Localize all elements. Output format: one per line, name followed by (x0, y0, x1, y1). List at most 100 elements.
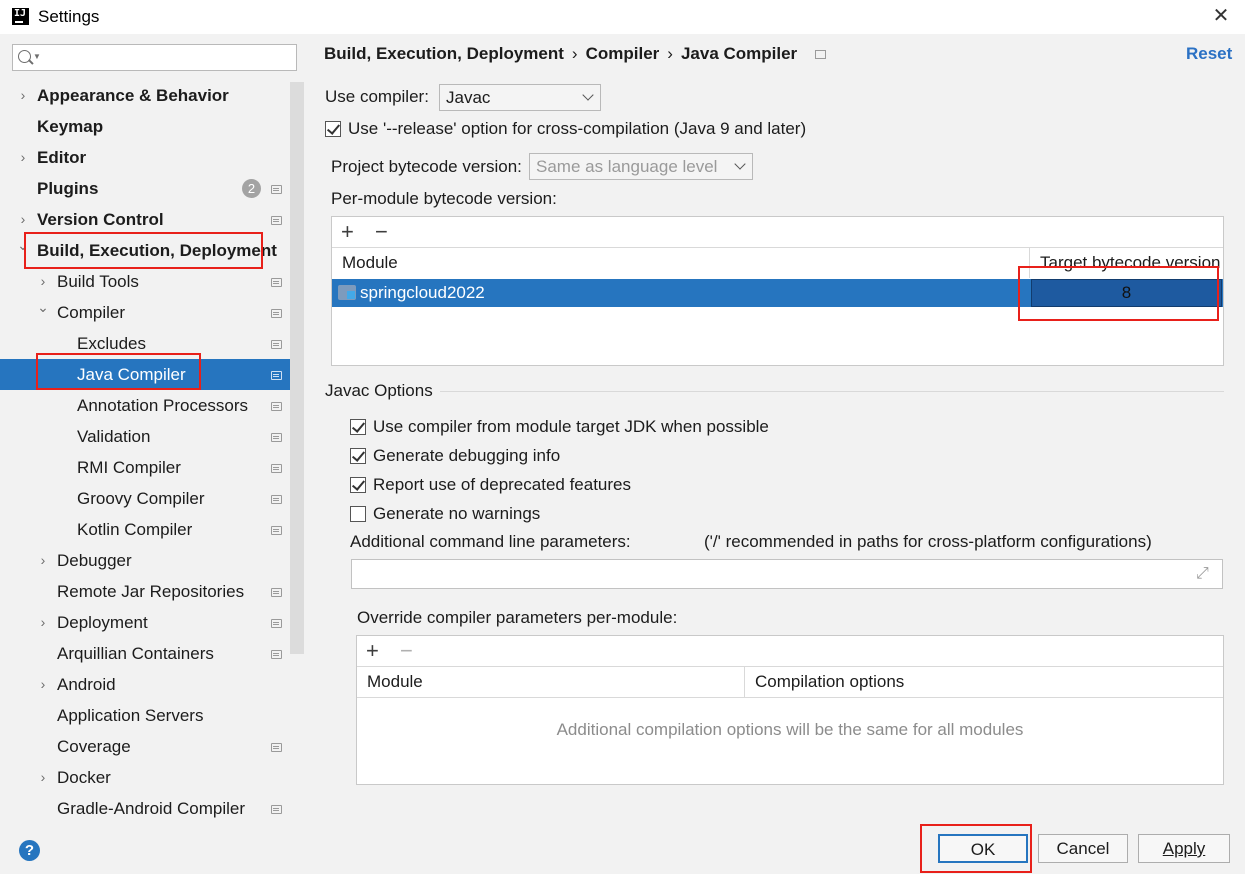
sidebar-item-label: Gradle-Android Compiler (57, 799, 246, 818)
sidebar-item-label: Kotlin Compiler (77, 520, 193, 539)
search-icon (18, 50, 31, 63)
sidebar-item-application-servers[interactable]: Application Servers (0, 700, 290, 731)
sidebar-item-label: Appearance & Behavior (37, 86, 229, 105)
sidebar-item-editor[interactable]: › Editor (0, 142, 290, 173)
project-bytecode-dropdown[interactable]: Same as language level (529, 153, 753, 180)
sidebar-item-excludes[interactable]: Excludes (0, 328, 290, 359)
remove-override-button[interactable]: − (400, 640, 413, 662)
additional-params-input[interactable] (351, 559, 1223, 589)
checkbox-icon[interactable] (325, 121, 341, 137)
sidebar-item-gradle-android-compiler[interactable]: Gradle-Android Compiler (0, 793, 290, 824)
project-level-icon (271, 340, 282, 349)
override-params-table (356, 635, 1224, 785)
project-level-icon (271, 433, 282, 442)
sidebar-item-deployment[interactable]: › Deployment (0, 607, 290, 638)
use-compiler-dropdown[interactable]: Javac (439, 84, 601, 111)
release-option-label: Use '--release' option for cross-compila… (348, 119, 807, 138)
sidebar-item-keymap[interactable]: Keymap (0, 111, 290, 142)
sidebar-item-label: Build, Execution, Deployment (37, 241, 277, 260)
sidebar-item-docker[interactable]: › Docker (0, 762, 290, 793)
search-options-caret-icon[interactable]: ▼ (33, 52, 41, 61)
sidebar-item-coverage[interactable]: Coverage (0, 731, 290, 762)
sidebar-item-appearance-behavior[interactable]: › Appearance & Behavior (0, 80, 290, 111)
chevron-right-icon[interactable]: › (37, 607, 49, 638)
checkbox-icon[interactable] (350, 477, 366, 493)
remove-module-button[interactable]: − (375, 221, 388, 243)
expand-icon[interactable]: ⤢ (1196, 565, 1213, 582)
sidebar-item-arquillian-containers[interactable]: Arquillian Containers (0, 638, 290, 669)
project-level-icon (271, 526, 282, 535)
project-bytecode-label: Project bytecode version: (331, 157, 522, 176)
javac-option-checkbox-4[interactable]: Generate no warnings (350, 503, 810, 525)
chevron-down-icon[interactable]: ⌄ (37, 292, 49, 323)
javac-option-label: Generate no warnings (373, 504, 541, 523)
use-compiler-value: Javac (446, 88, 491, 107)
reset-link[interactable]: Reset (1186, 44, 1232, 64)
override-module-column-header[interactable]: Module (367, 667, 423, 697)
apply-button[interactable]: Apply (1138, 834, 1230, 863)
project-level-icon (271, 588, 282, 597)
chevron-right-icon[interactable]: › (37, 669, 49, 700)
javac-option-checkbox-1[interactable]: Use compiler from module target JDK when… (350, 416, 810, 438)
cancel-button[interactable]: Cancel (1038, 834, 1128, 863)
settings-search-input[interactable] (12, 44, 297, 71)
breadcrumb-compiler: Compiler (585, 44, 660, 63)
additional-params-hint: ('/' recommended in paths for cross-plat… (704, 532, 1152, 551)
breadcrumb-separator: › (571, 44, 578, 63)
sidebar-item-kotlin-compiler[interactable]: Kotlin Compiler (0, 514, 290, 545)
checkbox-icon[interactable] (350, 448, 366, 464)
sidebar-item-remote-jar-repositories[interactable]: Remote Jar Repositories (0, 576, 290, 607)
sidebar-item-validation[interactable]: Validation (0, 421, 290, 452)
compilation-options-column-header[interactable]: Compilation options (755, 667, 904, 697)
sidebar-item-label: Coverage (57, 737, 131, 756)
sidebar-item-java-compiler[interactable]: Java Compiler (0, 359, 304, 390)
sidebar-item-android[interactable]: › Android (0, 669, 290, 700)
sidebar-item-label: Application Servers (57, 706, 204, 725)
breadcrumb-separator: › (667, 44, 673, 63)
help-icon[interactable]: ? (19, 840, 40, 861)
chevron-right-icon[interactable]: › (17, 142, 29, 173)
table-row[interactable]: springcloud2022 8 (332, 279, 1223, 307)
project-level-icon (271, 278, 282, 287)
additional-params-label: Additional command line parameters: (350, 532, 631, 551)
sidebar-item-label: Editor (37, 148, 87, 167)
chevron-right-icon[interactable]: › (17, 80, 29, 111)
close-window-button[interactable]: ✕ (1206, 2, 1236, 30)
add-module-button[interactable]: + (341, 221, 354, 243)
chevron-right-icon[interactable]: › (37, 545, 49, 576)
breadcrumb-java-compiler: Java Compiler (680, 44, 798, 63)
sidebar-item-version-control[interactable]: › Version Control (0, 204, 290, 235)
sidebar-item-groovy-compiler[interactable]: Groovy Compiler (0, 483, 290, 514)
sidebar-scrollbar[interactable] (290, 82, 304, 654)
sidebar-item-label: Deployment (57, 613, 148, 632)
project-level-icon (271, 309, 282, 318)
chevron-right-icon[interactable]: › (37, 762, 49, 793)
sidebar-item-label: Excludes (77, 334, 146, 353)
ok-button[interactable]: OK (938, 834, 1028, 863)
module-column-header[interactable]: Module (342, 248, 398, 278)
use-compiler-label: Use compiler: (325, 87, 429, 106)
checkbox-icon[interactable] (350, 506, 366, 522)
javac-option-checkbox-3[interactable]: Report use of deprecated features (350, 474, 810, 496)
sidebar-item-label: Plugins (37, 179, 99, 198)
release-option-checkbox[interactable]: Use '--release' option for cross-compila… (325, 118, 845, 140)
breadcrumb: Build, Execution, Deployment › Compiler › Ja… (324, 44, 797, 64)
sidebar-item-build-execution-deployment[interactable]: ⌄ Build, Execution, Deployment (0, 235, 290, 266)
sidebar-item-compiler[interactable]: ⌄ Compiler (0, 297, 290, 328)
add-override-button[interactable]: + (366, 640, 379, 662)
project-level-icon (271, 464, 282, 473)
project-level-icon (271, 402, 282, 411)
sidebar-item-annotation-processors[interactable]: Annotation Processors (0, 390, 290, 421)
javac-option-checkbox-2[interactable]: Generate debugging info (350, 445, 810, 467)
checkbox-icon[interactable] (350, 419, 366, 435)
project-level-icon (271, 216, 282, 225)
sidebar-item-plugins[interactable]: Plugins 2 (0, 173, 290, 204)
target-bytecode-cell[interactable]: 8 (1031, 279, 1222, 307)
target-bytecode-column-header[interactable]: Target bytecode version (1040, 248, 1222, 278)
override-params-label: Override compiler parameters per-module: (357, 608, 678, 627)
javac-option-label: Report use of deprecated features (373, 475, 631, 494)
sidebar-item-debugger[interactable]: › Debugger (0, 545, 290, 576)
chevron-down-icon[interactable]: ⌄ (17, 230, 29, 261)
sidebar-item-rmi-compiler[interactable]: RMI Compiler (0, 452, 290, 483)
project-level-icon (271, 495, 282, 504)
